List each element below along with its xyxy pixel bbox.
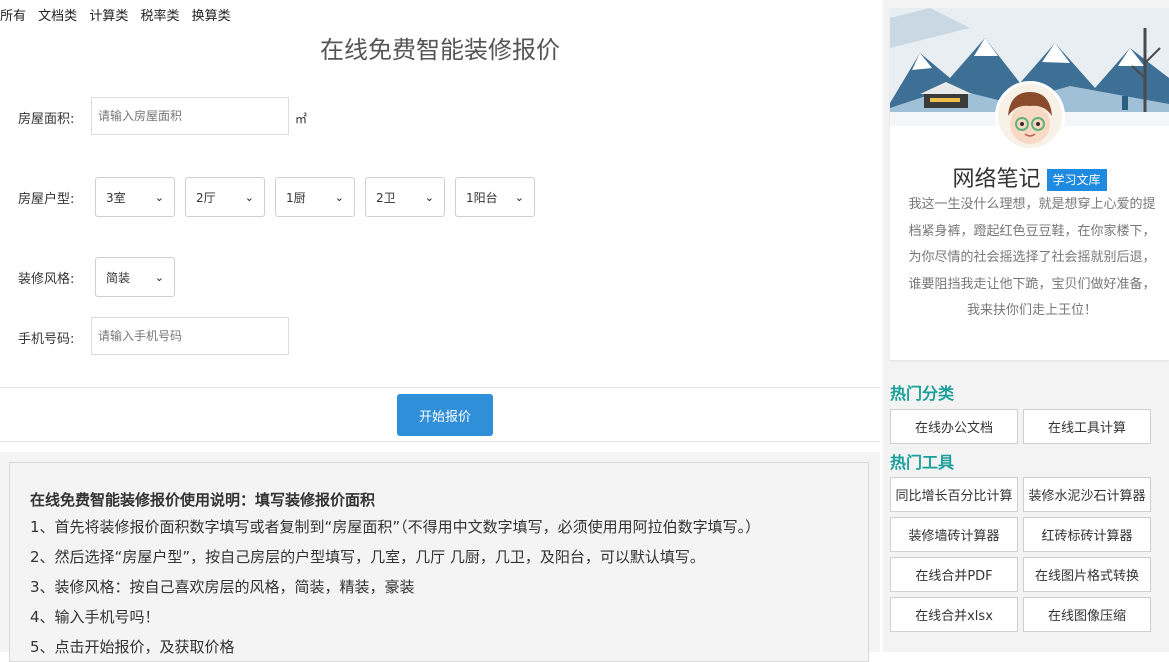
chevron-down-icon: ⌄	[154, 270, 164, 284]
tool-red-brick[interactable]: 红砖标砖计算器	[1023, 517, 1151, 552]
halls-value: 2厅	[196, 190, 216, 205]
instruction-line: 1、首先将装修报价面积数字填写或者复制到“房屋面积”（不得用中文数字填写，必须使…	[30, 518, 761, 536]
tool-image-compress[interactable]: 在线图像压缩	[1023, 597, 1151, 632]
phone-label: 手机号码:	[18, 332, 75, 347]
nav-conversion[interactable]: 换算类	[192, 9, 231, 24]
instruction-line: 5、点击开始报价，及获取价格	[30, 638, 235, 656]
chevron-down-icon: ⌄	[424, 190, 434, 204]
nav-calculation[interactable]: 计算类	[89, 9, 128, 24]
style-label: 装修风格:	[18, 272, 75, 287]
study-library-badge[interactable]: 学习文库	[1046, 169, 1107, 191]
category-nav: 所有 文档类 计算类 税率类 换算类	[0, 5, 239, 24]
style-select[interactable]: 简装 ⌄	[95, 257, 175, 297]
chevron-down-icon: ⌄	[154, 190, 164, 204]
instruction-line: 4、输入手机号吗！	[30, 608, 160, 626]
hot-categories-title: 热门分类	[890, 384, 955, 403]
baths-value: 2卫	[376, 190, 396, 205]
kitchens-select[interactable]: 1厨 ⌄	[275, 177, 355, 217]
area-label: 房屋面积:	[18, 112, 75, 127]
tool-yoy-growth[interactable]: 同比增长百分比计算	[890, 477, 1018, 512]
tool-merge-pdf[interactable]: 在线合并PDF	[890, 557, 1018, 592]
tool-wall-tile[interactable]: 装修墙砖计算器	[890, 517, 1018, 552]
nav-documents[interactable]: 文档类	[38, 9, 77, 24]
tool-merge-xlsx[interactable]: 在线合并xlsx	[890, 597, 1018, 632]
profile-bio: 我这一生没什么理想，就是想穿上心爱的提档紧身裤，蹬起红色豆豆鞋，在你家楼下，为你…	[908, 197, 1156, 318]
hot-category-office-docs[interactable]: 在线办公文档	[890, 409, 1018, 444]
balconies-value: 1阳台	[466, 190, 498, 205]
rooms-value: 3室	[106, 190, 126, 205]
chevron-down-icon: ⌄	[514, 190, 524, 204]
page-title: 在线免费智能装修报价	[320, 36, 560, 64]
nav-tax-rate[interactable]: 税率类	[140, 9, 179, 24]
area-input[interactable]	[91, 97, 289, 135]
balconies-select[interactable]: 1阳台 ⌄	[455, 177, 535, 217]
main-content: 所有 文档类 计算类 税率类 换算类 在线免费智能装修报价 房屋面积: ㎡ 房屋…	[0, 0, 880, 662]
instructions-panel: 在线免费智能装修报价使用说明：填写装修报价面积 1、首先将装修报价面积数字填写或…	[9, 462, 869, 662]
chevron-down-icon: ⌄	[244, 190, 254, 204]
nav-all[interactable]: 所有	[0, 9, 26, 24]
kitchens-value: 1厨	[286, 190, 306, 205]
baths-select[interactable]: 2卫 ⌄	[365, 177, 445, 217]
start-quote-button[interactable]: 开始报价	[397, 394, 493, 436]
instruction-line: 3、装修风格：按自己喜欢房层的风格，简装，精装，豪装	[30, 578, 415, 596]
area-unit: ㎡	[295, 112, 308, 126]
chevron-down-icon: ⌄	[334, 190, 344, 204]
tool-image-convert[interactable]: 在线图片格式转换	[1023, 557, 1151, 592]
instruction-line: 2、然后选择“房屋户型”，按自己房层的户型填写，几室，几厅 几厨，几卫，及阳台，…	[30, 548, 705, 566]
tool-cement-sand[interactable]: 装修水泥沙石计算器	[1023, 477, 1151, 512]
hot-category-tool-calc[interactable]: 在线工具计算	[1023, 409, 1151, 444]
rooms-select[interactable]: 3室 ⌄	[95, 177, 175, 217]
brand-title: 网络笔记 学习文库	[890, 161, 1169, 193]
halls-select[interactable]: 2厅 ⌄	[185, 177, 265, 217]
instructions-heading: 在线免费智能装修报价使用说明：填写装修报价面积	[30, 491, 376, 509]
hot-tools-title: 热门工具	[890, 453, 955, 472]
brand-name: 网络笔记	[952, 167, 1041, 192]
phone-input[interactable]	[91, 317, 289, 355]
layout-label: 房屋户型:	[18, 192, 75, 207]
style-value: 简装	[106, 270, 131, 285]
avatar	[995, 81, 1065, 151]
profile-card: 网络笔记 学习文库 我这一生没什么理想，就是想穿上心爱的提档紧身裤，蹬起红色豆豆鞋…	[890, 8, 1169, 360]
